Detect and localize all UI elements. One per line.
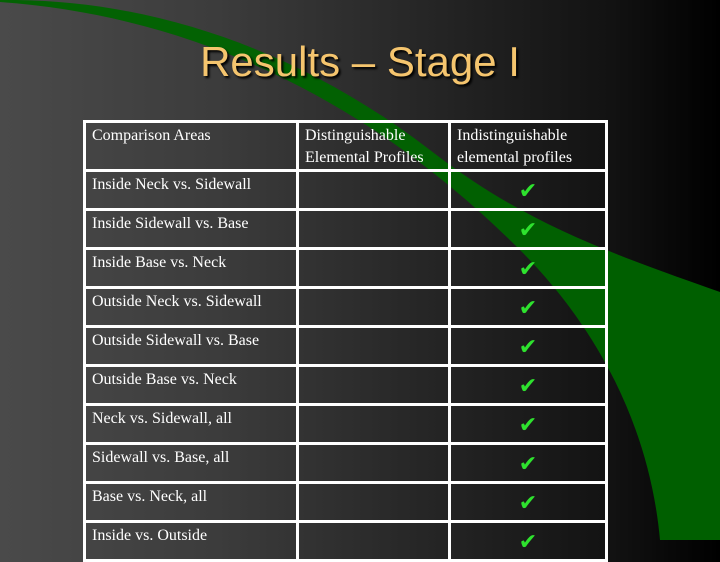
header-comparison-areas: Comparison Areas [83, 120, 299, 172]
table-header-row: Comparison Areas Distinguishable Element… [83, 120, 608, 172]
table-row: Inside vs. Outside ✔ [83, 520, 608, 562]
comparison-area-cell: Neck vs. Sidewall, all [83, 403, 299, 445]
distinguishable-cell [296, 481, 451, 523]
table-row: Sidewall vs. Base, all ✔ [83, 442, 608, 484]
distinguishable-cell [296, 520, 451, 562]
distinguishable-cell [296, 208, 451, 250]
indistinguishable-cell: ✔ [448, 364, 608, 406]
distinguishable-cell [296, 364, 451, 406]
comparison-area-cell: Outside Neck vs. Sidewall [83, 286, 299, 328]
indistinguishable-cell: ✔ [448, 286, 608, 328]
comparison-area-cell: Inside vs. Outside [83, 520, 299, 562]
header-distinguishable: Distinguishable Elemental Profiles [296, 120, 451, 172]
table-row: Inside Sidewall vs. Base ✔ [83, 208, 608, 250]
table-row: Outside Sidewall vs. Base ✔ [83, 325, 608, 367]
comparison-area-cell: Outside Sidewall vs. Base [83, 325, 299, 367]
distinguishable-cell [296, 442, 451, 484]
indistinguishable-cell: ✔ [448, 520, 608, 562]
header-distinguishable-line2: Elemental Profiles [305, 149, 424, 166]
indistinguishable-cell: ✔ [448, 442, 608, 484]
table-row: Neck vs. Sidewall, all ✔ [83, 403, 608, 445]
checkmark-icon: ✔ [518, 451, 538, 477]
distinguishable-cell [296, 286, 451, 328]
checkmark-icon: ✔ [518, 295, 538, 321]
indistinguishable-cell: ✔ [448, 169, 608, 211]
comparison-area-cell: Inside Neck vs. Sidewall [83, 169, 299, 211]
indistinguishable-cell: ✔ [448, 247, 608, 289]
comparison-area-cell: Inside Sidewall vs. Base [83, 208, 299, 250]
checkmark-icon: ✔ [518, 529, 538, 555]
header-indistinguishable: Indistinguishable elemental profiles [448, 120, 608, 172]
comparison-area-cell: Base vs. Neck, all [83, 481, 299, 523]
table-row: Base vs. Neck, all ✔ [83, 481, 608, 523]
indistinguishable-cell: ✔ [448, 481, 608, 523]
header-indistinguishable-line1: Indistinguishable [457, 127, 568, 144]
slide-title: Results – Stage I [200, 38, 520, 85]
checkmark-icon: ✔ [518, 490, 538, 516]
indistinguishable-cell: ✔ [448, 208, 608, 250]
checkmark-icon: ✔ [518, 373, 538, 399]
table-row: Inside Base vs. Neck ✔ [83, 247, 608, 289]
distinguishable-cell [296, 403, 451, 445]
indistinguishable-cell: ✔ [448, 403, 608, 445]
distinguishable-cell [296, 325, 451, 367]
comparison-area-cell: Sidewall vs. Base, all [83, 442, 299, 484]
checkmark-icon: ✔ [518, 256, 538, 282]
checkmark-icon: ✔ [518, 412, 538, 438]
header-distinguishable-line1: Distinguishable [305, 127, 406, 144]
checkmark-icon: ✔ [518, 217, 538, 243]
checkmark-icon: ✔ [518, 178, 538, 204]
header-indistinguishable-line2: elemental profiles [457, 149, 573, 166]
indistinguishable-cell: ✔ [448, 325, 608, 367]
checkmark-icon: ✔ [518, 334, 538, 360]
distinguishable-cell [296, 169, 451, 211]
table-row: Inside Neck vs. Sidewall ✔ [83, 169, 608, 211]
comparison-area-cell: Inside Base vs. Neck [83, 247, 299, 289]
distinguishable-cell [296, 247, 451, 289]
table-row: Outside Neck vs. Sidewall ✔ [83, 286, 608, 328]
results-table: Comparison Areas Distinguishable Element… [83, 120, 608, 562]
comparison-area-cell: Outside Base vs. Neck [83, 364, 299, 406]
table-row: Outside Base vs. Neck ✔ [83, 364, 608, 406]
